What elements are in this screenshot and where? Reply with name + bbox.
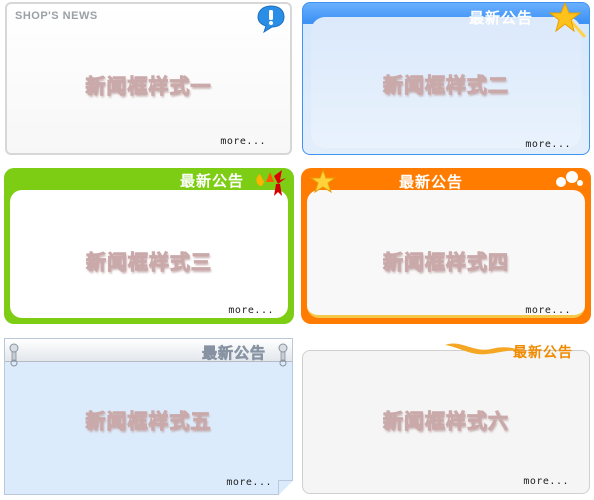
box2-more-link[interactable]: more... — [525, 139, 571, 150]
news-box-style-6: 最新公告 新闻框样式六 more... — [302, 343, 590, 494]
box3-more-link[interactable]: more... — [228, 305, 274, 316]
speech-bubble-exclamation-icon — [257, 5, 285, 34]
box4-more-link[interactable]: more... — [525, 305, 571, 316]
box1-more-link[interactable]: more... — [220, 136, 266, 147]
news-box-style-2: 最新公告 新闻框样式二 more... — [302, 1, 590, 155]
news-box-style-1: SHOP'S NEWS 新闻框样式一 more... — [5, 2, 292, 155]
shooting-star-icon — [548, 1, 587, 38]
box6-caption: 新闻框样式六 — [383, 409, 509, 434]
box5-header: 最新公告 — [201, 344, 266, 363]
box6-header: 最新公告 — [513, 345, 573, 361]
box1-header: SHOP'S NEWS — [15, 10, 98, 22]
box5-more-link[interactable]: more... — [226, 477, 272, 488]
pin-clip-icon — [9, 343, 19, 367]
star-ribbon-icon — [309, 168, 337, 194]
pin-clip-icon — [278, 343, 288, 367]
bow-ribbon-icon — [256, 170, 286, 196]
box2-caption: 新闻框样式二 — [383, 73, 509, 98]
box1-caption: 新闻框样式一 — [85, 74, 212, 99]
box3-caption: 新闻框样式三 — [86, 250, 212, 275]
news-box-style-5: 最新公告 新闻框样式五 more... — [4, 338, 293, 495]
news-box-style-3: 最新公告 新闻框样式三 more... — [4, 168, 294, 324]
box5-caption: 新闻框样式五 — [85, 409, 212, 434]
page-curl — [278, 480, 293, 495]
box4-caption: 新闻框样式四 — [383, 250, 509, 275]
box2-header: 最新公告 — [468, 9, 533, 27]
box4-header: 最新公告 — [399, 173, 464, 191]
box6-more-link[interactable]: more... — [523, 476, 569, 487]
news-box-style-4: 最新公告 新闻框样式四 more... — [301, 168, 591, 324]
box3-header: 最新公告 — [179, 172, 244, 190]
swoosh-icon — [445, 343, 521, 355]
bubble-dots-icon — [556, 171, 583, 187]
